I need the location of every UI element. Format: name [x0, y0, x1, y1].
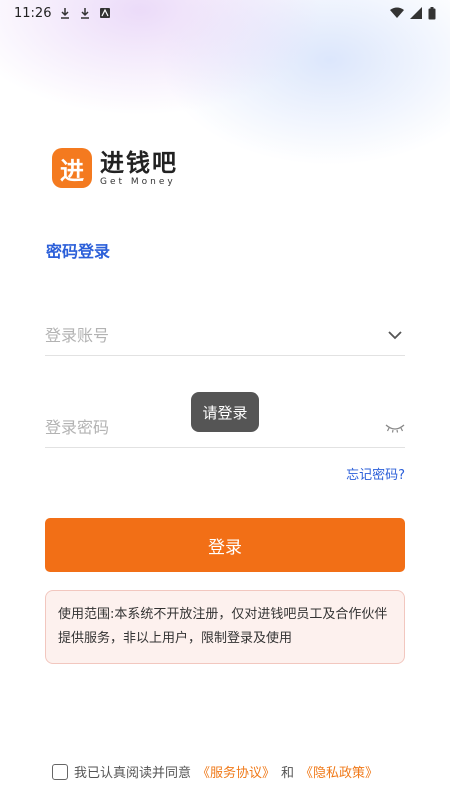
status-time: 11:26: [14, 5, 52, 21]
download-icon-2: [81, 8, 90, 19]
app-logo: 进 进钱吧 Get Money: [52, 148, 178, 188]
toast-message: 请登录: [191, 392, 259, 432]
forgot-password-link[interactable]: 忘记密码?: [346, 464, 405, 483]
status-right: [390, 6, 436, 20]
account-field: [45, 316, 405, 356]
logo-badge-icon: 进: [52, 148, 92, 188]
download-icon: [61, 8, 70, 19]
status-bar: 11:26: [0, 0, 450, 26]
background-glow: [0, 0, 450, 260]
status-left: 11:26: [14, 6, 111, 21]
logo-text: 进钱吧 Get Money: [100, 150, 178, 187]
agreement-and: 和: [281, 766, 295, 781]
logo-name-cn: 进钱吧: [100, 148, 178, 177]
agreement-prefix: 我已认真阅读并同意: [74, 766, 192, 781]
login-button[interactable]: 登录: [45, 518, 405, 572]
usage-notice: 使用范围:本系统不开放注册，仅对进钱吧员工及合作伙伴提供服务，非以上用户，限制登…: [45, 590, 405, 664]
app-notification-icon: [100, 8, 111, 18]
agreement-row: 我已认真阅读并同意 《服务协议》和《隐私政策》: [52, 762, 378, 781]
privacy-policy-link[interactable]: 《隐私政策》: [300, 762, 378, 781]
chevron-down-icon[interactable]: [385, 326, 405, 346]
login-mode-title: 密码登录: [46, 242, 111, 261]
eye-closed-icon[interactable]: [385, 418, 405, 438]
service-agreement-link[interactable]: 《服务协议》: [197, 762, 275, 781]
logo-name-en: Get Money: [100, 176, 176, 187]
battery-icon: [428, 6, 436, 19]
wifi-icon: [390, 7, 404, 18]
account-input[interactable]: [45, 326, 345, 345]
signal-icon: [410, 7, 422, 19]
agreement-checkbox[interactable]: [52, 763, 68, 780]
